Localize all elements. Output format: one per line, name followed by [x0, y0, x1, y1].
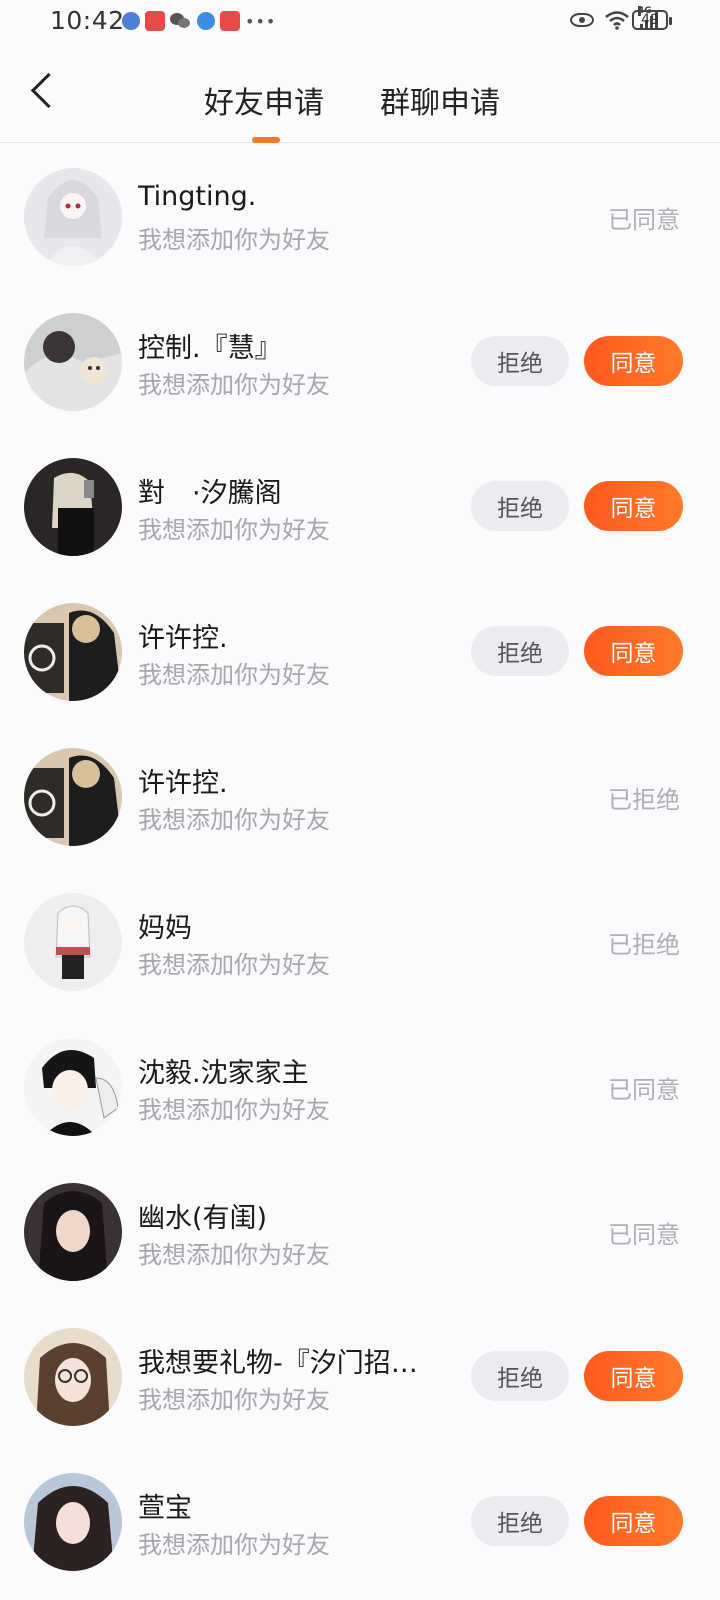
list-item: 萱宝 我想添加你为好友 拒绝 同意: [0, 1448, 720, 1593]
news-app-icon: [220, 11, 240, 31]
requester-name: 我想要礼物-『汐门招…: [138, 1348, 418, 1379]
status-rejected: 已拒绝: [608, 786, 680, 814]
request-message: 我想添加你为好友: [138, 516, 330, 544]
back-button[interactable]: [20, 66, 70, 116]
requester-name: 幽水(有闺): [138, 1203, 268, 1234]
reject-button[interactable]: 拒绝: [471, 336, 569, 386]
avatar[interactable]: [24, 168, 122, 266]
top-navigation: 好友申请 群聊申请: [0, 46, 720, 143]
list-item: Tingting. 我想添加你为好友 已同意: [0, 143, 720, 288]
requester-name: 妈妈: [138, 913, 192, 944]
avatar[interactable]: [24, 1038, 122, 1136]
avatar[interactable]: [24, 748, 122, 846]
requester-name: 對 ·汐騰阁: [138, 478, 282, 509]
request-message: 我想添加你为好友: [138, 1241, 330, 1269]
requester-name: Tingting.: [138, 181, 257, 212]
avatar[interactable]: [24, 1473, 122, 1571]
list-item: 许许控. 我想添加你为好友 已拒绝: [0, 723, 720, 868]
requester-name: 控制.『慧』: [138, 333, 282, 364]
requester-name: 沈毅.沈家家主: [138, 1058, 309, 1089]
status-accepted: 已同意: [608, 206, 680, 234]
requester-name: 许许控.: [138, 623, 228, 654]
request-message: 我想添加你为好友: [138, 226, 330, 254]
accept-button[interactable]: 同意: [584, 1351, 683, 1401]
list-item: 我想要礼物-『汐门招… 我想添加你为好友 拒绝 同意: [0, 1303, 720, 1448]
music-app-icon: [122, 12, 140, 30]
status-accepted: 已同意: [608, 1221, 680, 1249]
status-bar: 10:42 ••• 4G 49: [0, 0, 720, 46]
clock: 10:42: [50, 6, 125, 35]
browser-app-icon: [197, 12, 215, 30]
list-item: 妈妈 我想添加你为好友 已拒绝: [0, 868, 720, 1013]
tab-friend-requests[interactable]: 好友申请: [204, 78, 324, 122]
avatar[interactable]: [24, 1183, 122, 1281]
friend-request-list: Tingting. 我想添加你为好友 已同意 控制.『慧』 我想添加你为好友 拒…: [0, 143, 720, 1593]
status-rejected: 已拒绝: [608, 931, 680, 959]
list-item: 幽水(有闺) 我想添加你为好友 已同意: [0, 1158, 720, 1303]
reject-button[interactable]: 拒绝: [471, 481, 569, 531]
requester-name: 许许控.: [138, 768, 228, 799]
request-message: 我想添加你为好友: [138, 1531, 330, 1559]
eye-icon: [570, 13, 594, 27]
accept-button[interactable]: 同意: [584, 481, 683, 531]
reject-button[interactable]: 拒绝: [471, 626, 569, 676]
request-message: 我想添加你为好友: [138, 806, 330, 834]
accept-button[interactable]: 同意: [584, 626, 683, 676]
wifi-icon: [605, 11, 629, 30]
avatar[interactable]: [24, 603, 122, 701]
wechat-icon: [170, 12, 192, 30]
request-message: 我想添加你为好友: [138, 1386, 330, 1414]
list-item: 對 ·汐騰阁 我想添加你为好友 拒绝 同意: [0, 433, 720, 578]
avatar[interactable]: [24, 893, 122, 991]
avatar[interactable]: [24, 1328, 122, 1426]
list-item: 控制.『慧』 我想添加你为好友 拒绝 同意: [0, 288, 720, 433]
request-message: 我想添加你为好友: [138, 1096, 330, 1124]
reject-button[interactable]: 拒绝: [471, 1496, 569, 1546]
request-message: 我想添加你为好友: [138, 661, 330, 689]
list-item: 许许控. 我想添加你为好友 拒绝 同意: [0, 578, 720, 723]
request-message: 我想添加你为好友: [138, 951, 330, 979]
reject-button[interactable]: 拒绝: [471, 1351, 569, 1401]
shopping-app-icon: [145, 11, 165, 31]
avatar[interactable]: [24, 458, 122, 556]
more-notifications-icon: •••: [245, 11, 277, 31]
requester-name: 萱宝: [138, 1493, 192, 1524]
accept-button[interactable]: 同意: [584, 1496, 683, 1546]
accept-button[interactable]: 同意: [584, 336, 683, 386]
request-message: 我想添加你为好友: [138, 371, 330, 399]
chevron-left-icon: [30, 72, 67, 109]
status-accepted: 已同意: [608, 1076, 680, 1104]
battery-icon: 49: [632, 10, 672, 30]
avatar[interactable]: [24, 313, 122, 411]
notification-icons: •••: [122, 11, 276, 31]
list-item: 沈毅.沈家家主 我想添加你为好友 已同意: [0, 1013, 720, 1158]
tab-group-requests[interactable]: 群聊申请: [380, 78, 500, 122]
